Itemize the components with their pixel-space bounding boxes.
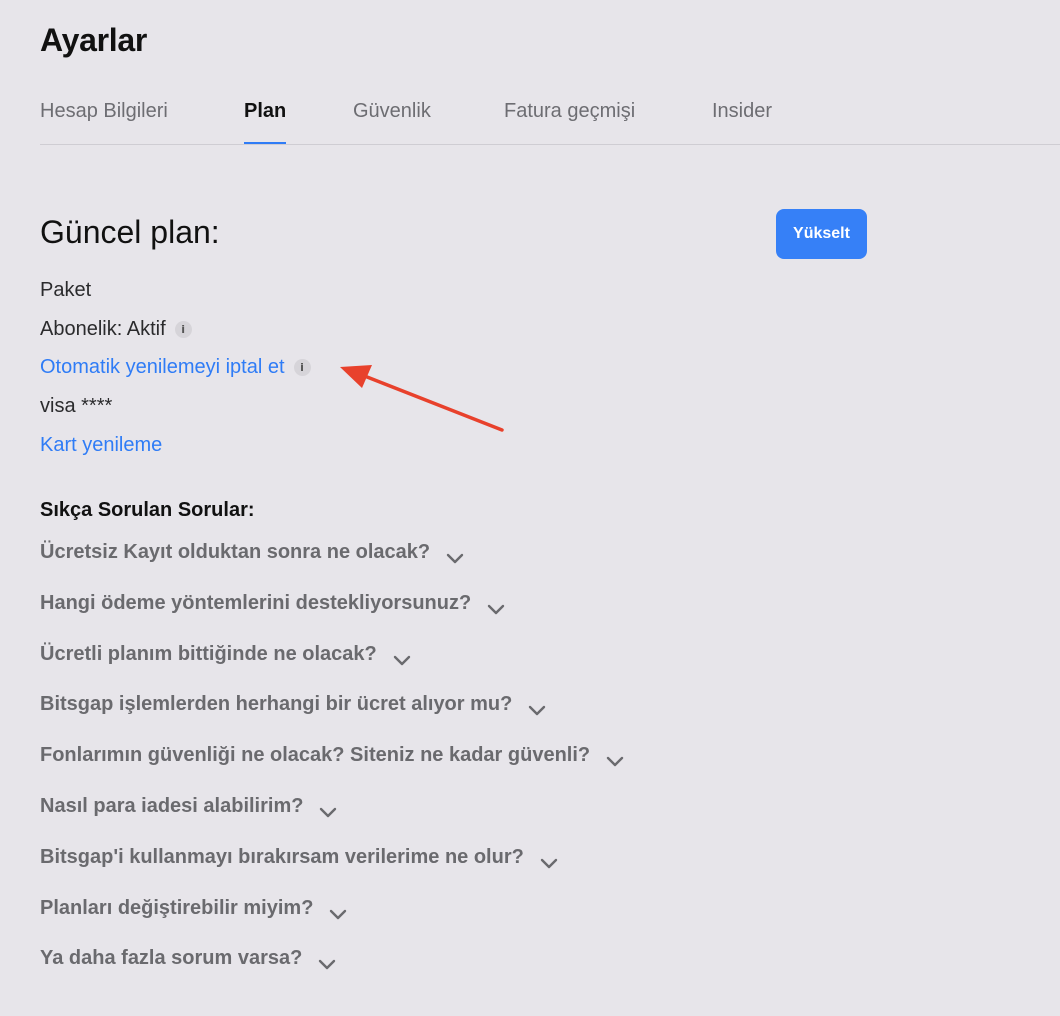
faq-question: Bitsgap'i kullanmayı bırakırsam verileri…: [40, 846, 524, 868]
tab-security[interactable]: Güvenlik: [353, 100, 431, 123]
chevron-down-icon[interactable]: [319, 801, 337, 817]
info-icon[interactable]: i: [293, 359, 311, 376]
card-renewal-link[interactable]: Kart yenileme: [40, 434, 162, 457]
faq-title: Sıkça Sorulan Sorular:: [40, 499, 255, 521]
faq-item[interactable]: Nasıl para iadesi alabilirim?: [40, 795, 337, 818]
chevron-down-icon[interactable]: [329, 903, 347, 919]
subscription-status: Abonelik: Aktif i: [40, 318, 192, 341]
faq-item[interactable]: Planları değiştirebilir miyim?: [40, 897, 347, 920]
tab-plan[interactable]: Plan: [244, 100, 287, 144]
faq-item[interactable]: Ücretli planım bittiğinde ne olacak?: [40, 643, 411, 666]
faq-item[interactable]: Bitsgap işlemlerden herhangi bir ücret a…: [40, 693, 546, 716]
card-info: visa ****: [40, 395, 113, 417]
chevron-down-icon[interactable]: [393, 649, 411, 665]
upgrade-button[interactable]: Yükselt: [776, 209, 867, 259]
chevron-down-icon[interactable]: [318, 953, 336, 969]
tab-bar: Hesap Bilgileri Plan Güvenlik Fatura geç…: [40, 98, 1060, 145]
tab-insider[interactable]: Insider: [712, 100, 772, 123]
faq-item[interactable]: Ya daha fazla sorum varsa?: [40, 947, 336, 970]
faq-question: Fonlarımın güvenliği ne olacak? Siteniz …: [40, 744, 591, 766]
cancel-auto-renewal-row: Otomatik yenilemeyi iptal et i: [40, 356, 311, 379]
chevron-down-icon[interactable]: [528, 699, 546, 715]
info-icon[interactable]: i: [174, 321, 192, 338]
chevron-down-icon[interactable]: [487, 598, 505, 614]
faq-question: Ücretli planım bittiğinde ne olacak?: [40, 643, 377, 665]
page-title: Ayarlar: [40, 22, 148, 58]
chevron-down-icon[interactable]: [540, 852, 558, 868]
faq-question: Ücretsiz Kayıt olduktan sonra ne olacak?: [40, 541, 431, 563]
faq-item[interactable]: Ücretsiz Kayıt olduktan sonra ne olacak?: [40, 541, 464, 564]
current-plan-heading: Güncel plan:: [40, 214, 220, 250]
faq-item[interactable]: Fonlarımın güvenliği ne olacak? Siteniz …: [40, 744, 624, 767]
faq-question: Nasıl para iadesi alabilirim?: [40, 795, 304, 817]
chevron-down-icon[interactable]: [446, 547, 464, 563]
package-label: Paket: [40, 279, 92, 301]
subscription-status-label: Abonelik: Aktif: [40, 318, 166, 340]
faq-question: Hangi ödeme yöntemlerini destekliyorsunu…: [40, 592, 472, 614]
tab-account-info[interactable]: Hesap Bilgileri: [40, 100, 168, 123]
faq-question: Planları değiştirebilir miyim?: [40, 897, 314, 919]
faq-item[interactable]: Hangi ödeme yöntemlerini destekliyorsunu…: [40, 592, 505, 615]
faq-question: Bitsgap işlemlerden herhangi bir ücret a…: [40, 693, 513, 715]
chevron-down-icon[interactable]: [606, 750, 624, 766]
tab-billing-history[interactable]: Fatura geçmişi: [504, 100, 635, 123]
faq-item[interactable]: Bitsgap'i kullanmayı bırakırsam verileri…: [40, 846, 558, 869]
cancel-auto-renewal-link[interactable]: Otomatik yenilemeyi iptal et: [40, 356, 285, 379]
faq-question: Ya daha fazla sorum varsa?: [40, 947, 303, 969]
